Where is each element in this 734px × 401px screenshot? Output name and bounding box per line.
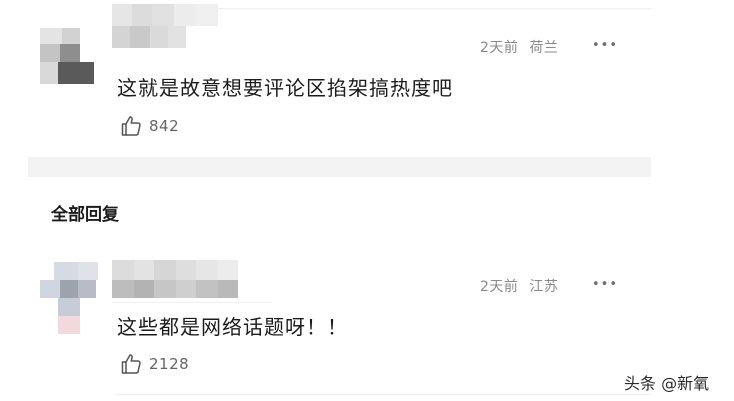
comment-content: 这些都是网络话题呀！！ <box>117 315 348 339</box>
thumbs-up-icon <box>119 114 143 138</box>
like-button[interactable]: 2128 <box>119 352 189 376</box>
comment-time: 2天前 <box>480 279 519 295</box>
more-dots-icon[interactable]: ••• <box>592 38 618 53</box>
section-divider <box>28 157 651 177</box>
username-blur-row <box>112 26 186 48</box>
username[interactable] <box>112 4 218 26</box>
name-underline <box>112 302 272 303</box>
comment-meta: 2天前 江苏 <box>480 276 558 296</box>
username-blur-row <box>112 280 238 298</box>
username[interactable] <box>112 260 238 282</box>
comment-location: 江苏 <box>529 279 559 295</box>
more-dots-icon[interactable]: ••• <box>592 277 618 292</box>
avatar[interactable] <box>40 262 102 334</box>
comment-location: 荷兰 <box>529 40 559 56</box>
like-count: 2128 <box>149 355 190 373</box>
thumbs-up-icon <box>119 352 143 376</box>
comment-content: 这就是故意想要评论区掐架搞热度吧 <box>117 76 453 100</box>
like-button[interactable]: 842 <box>119 114 179 138</box>
like-count: 842 <box>149 117 180 135</box>
avatar[interactable] <box>40 28 102 84</box>
watermark: 头条 @新氧 <box>624 374 710 393</box>
comment-meta: 2天前 荷兰 <box>480 37 558 57</box>
section-title: 全部回复 <box>51 205 119 225</box>
comment-time: 2天前 <box>480 40 519 56</box>
bottom-divider <box>115 394 651 395</box>
